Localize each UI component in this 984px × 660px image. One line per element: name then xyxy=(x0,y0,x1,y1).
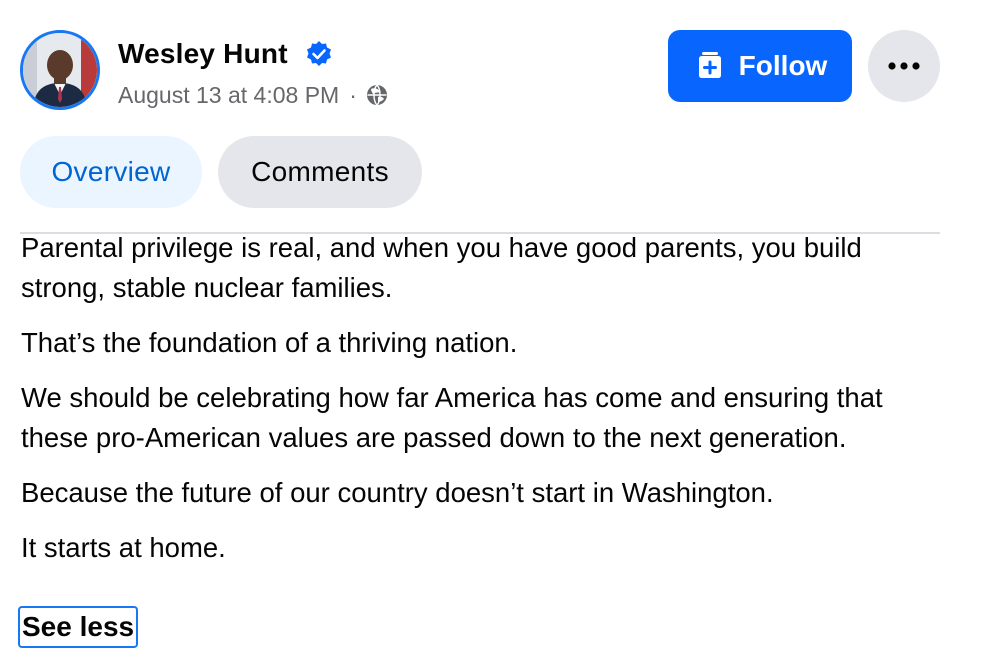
post-paragraph: That’s the foundation of a thriving nati… xyxy=(21,327,518,358)
meta-separator: · xyxy=(349,82,357,108)
see-less-button[interactable]: See less xyxy=(18,606,139,648)
globe-icon[interactable] xyxy=(365,83,389,107)
add-page-icon xyxy=(698,52,721,78)
author-avatar[interactable] xyxy=(20,30,100,110)
more-horizontal-icon xyxy=(888,62,920,70)
post-paragraph: Because the future of our country doesn’… xyxy=(21,477,774,508)
more-options-button[interactable] xyxy=(868,30,940,102)
post-timestamp[interactable]: August 13 at 4:08 PM xyxy=(118,80,339,110)
verified-badge-icon xyxy=(307,41,331,66)
follow-button-label: Follow xyxy=(738,50,828,81)
avatar-photo xyxy=(23,33,97,107)
post-paragraph: Parental privilege is real, and when you… xyxy=(21,232,862,303)
post-body: Parental privilege is real, and when you… xyxy=(21,228,941,583)
follow-button[interactable]: Follow xyxy=(668,30,852,102)
post-paragraph: It starts at home. xyxy=(21,532,226,563)
post-paragraph: We should be celebrating how far America… xyxy=(21,382,883,453)
tab-comments[interactable]: Comments xyxy=(218,136,422,208)
tab-overview[interactable]: Overview xyxy=(20,136,202,208)
post-meta: August 13 at 4:08 PM · xyxy=(118,80,389,110)
author-name[interactable]: Wesley Hunt xyxy=(118,36,288,72)
